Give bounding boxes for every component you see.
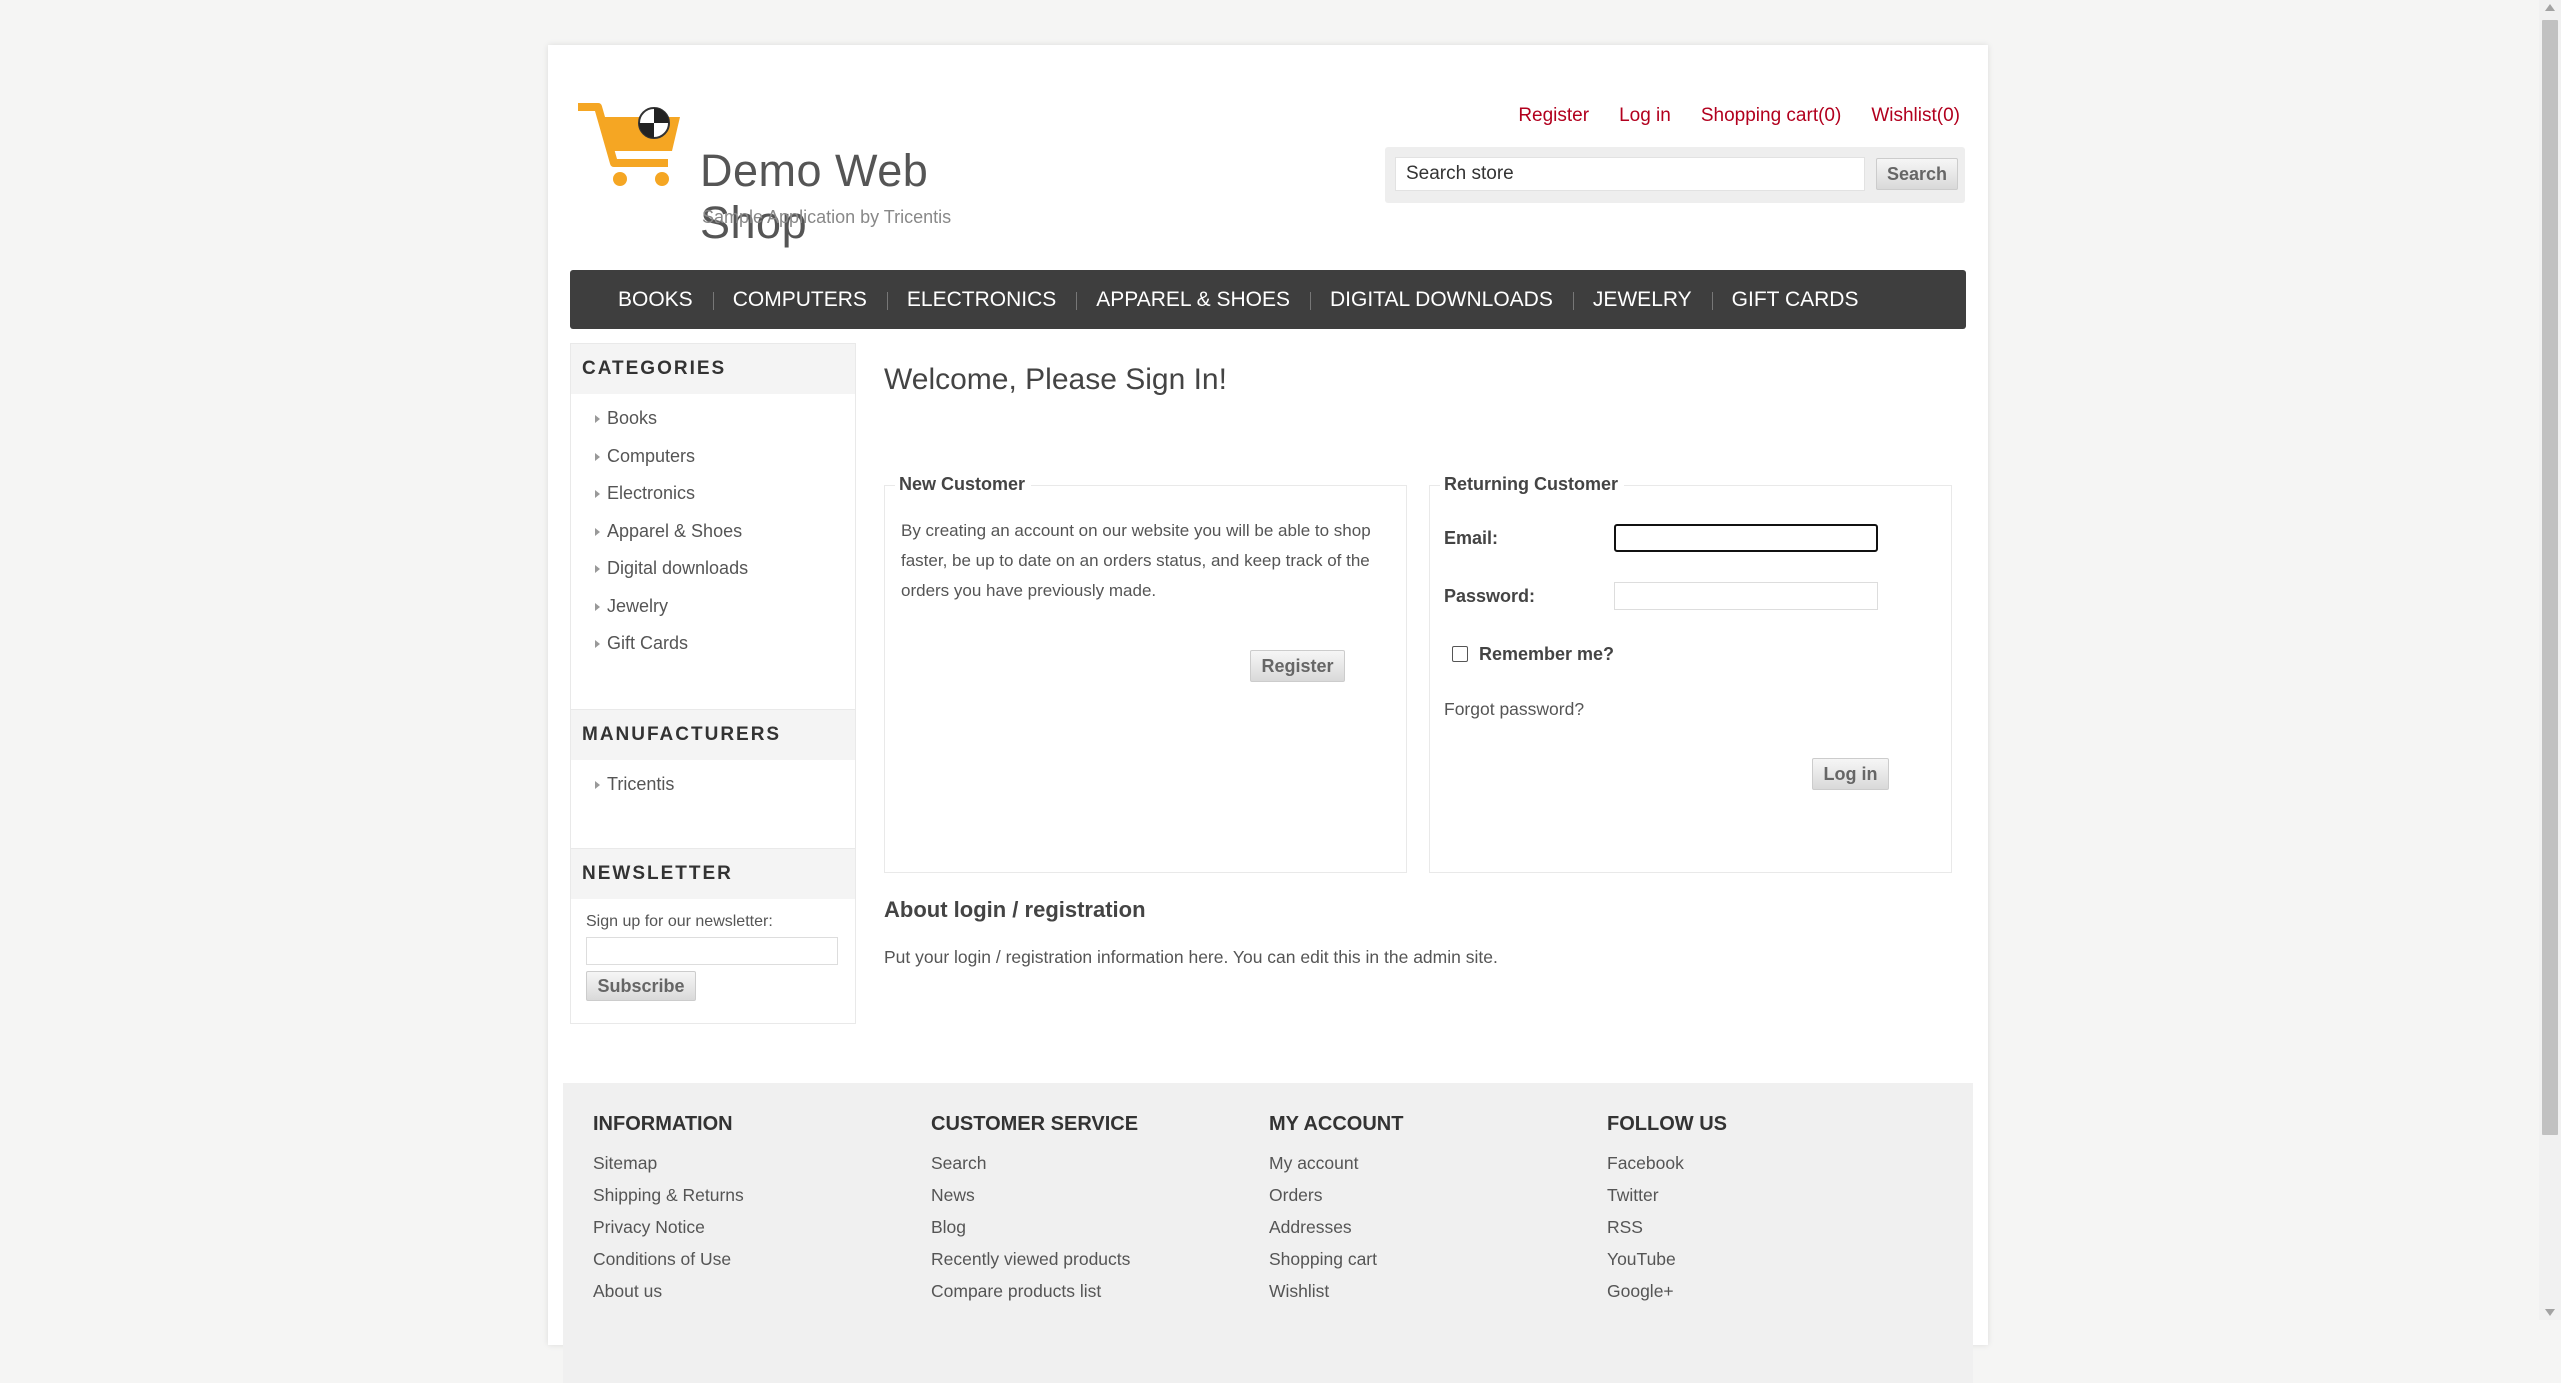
footer-link[interactable]: Addresses <box>1269 1211 1403 1243</box>
email-input[interactable] <box>1614 524 1878 552</box>
page-title: Welcome, Please Sign In! <box>884 363 1227 396</box>
menu-item-digital-downloads[interactable]: DIGITAL DOWNLOADS <box>1310 288 1574 312</box>
category-item[interactable]: Electronics <box>595 475 855 513</box>
category-item[interactable]: Books <box>595 400 855 438</box>
category-item[interactable]: Gift Cards <box>595 625 855 663</box>
about-title: About login / registration <box>884 897 1146 922</box>
logo-title: Demo Web Shop <box>700 145 929 248</box>
menu-item-computers[interactable]: COMPUTERS <box>713 288 889 312</box>
menu-item-books[interactable]: BOOKS <box>596 288 714 312</box>
search-box: Search <box>1385 147 1965 203</box>
subscribe-button[interactable]: Subscribe <box>586 971 696 1001</box>
footer-link[interactable]: Recently viewed products <box>931 1243 1138 1275</box>
footer: INFORMATION Sitemap Shipping & Returns P… <box>563 1083 1973 1383</box>
logo[interactable]: Demo Web Shop Sample Application by Tric… <box>576 95 1046 248</box>
vertical-scrollbar[interactable] <box>2539 0 2561 1320</box>
register-link[interactable]: Register <box>1518 105 1589 127</box>
newsletter-label: Sign up for our newsletter: <box>586 913 773 930</box>
returning-customer-section: Returning Customer Email: Password: Reme… <box>1429 474 1952 873</box>
footer-link[interactable]: Blog <box>931 1211 1138 1243</box>
footer-column-title: FOLLOW US <box>1607 1113 1727 1135</box>
category-item[interactable]: Computers <box>595 438 855 476</box>
search-button[interactable]: Search <box>1876 158 1958 190</box>
remember-checkbox[interactable] <box>1452 646 1468 662</box>
footer-column-my-account: MY ACCOUNT My account Orders Addresses S… <box>1269 1113 1403 1307</box>
register-button[interactable]: Register <box>1250 650 1345 682</box>
footer-link[interactable]: Orders <box>1269 1179 1403 1211</box>
footer-column-customer-service: CUSTOMER SERVICE Search News Blog Recent… <box>931 1113 1138 1307</box>
footer-column-title: INFORMATION <box>593 1113 733 1135</box>
category-item[interactable]: Digital downloads <box>595 550 855 588</box>
scroll-thumb[interactable] <box>2542 20 2558 1135</box>
manufacturer-item[interactable]: Tricentis <box>595 766 855 804</box>
menu-item-electronics[interactable]: ELECTRONICS <box>887 288 1078 312</box>
newsletter-title: NEWSLETTER <box>571 849 855 899</box>
footer-link[interactable]: Wishlist <box>1269 1275 1403 1307</box>
footer-link[interactable]: Twitter <box>1607 1179 1727 1211</box>
top-menu: BOOKS COMPUTERS ELECTRONICS APPAREL & SH… <box>570 270 1966 329</box>
footer-column-title: CUSTOMER SERVICE <box>931 1113 1139 1135</box>
wishlist-link[interactable]: Wishlist(0) <box>1871 105 1960 127</box>
menu-item-gift-cards[interactable]: GIFT CARDS <box>1712 288 1879 312</box>
email-label: Email: <box>1444 528 1499 548</box>
categories-title: CATEGORIES <box>571 344 855 394</box>
password-input[interactable] <box>1614 582 1878 610</box>
footer-link[interactable]: About us <box>593 1275 744 1307</box>
footer-link[interactable]: News <box>931 1179 1138 1211</box>
footer-column-title: MY ACCOUNT <box>1269 1113 1404 1135</box>
footer-link[interactable]: Sitemap <box>593 1147 744 1179</box>
footer-link[interactable]: Google+ <box>1607 1275 1727 1307</box>
login-link[interactable]: Log in <box>1619 105 1671 127</box>
newsletter-block: NEWSLETTER Sign up for our newsletter: S… <box>570 848 856 1024</box>
remember-me-label[interactable]: Remember me? <box>1479 644 1614 665</box>
new-customer-legend: New Customer <box>895 474 1032 495</box>
footer-link[interactable]: Facebook <box>1607 1147 1727 1179</box>
footer-column-follow-us: FOLLOW US Facebook Twitter RSS YouTube G… <box>1607 1113 1727 1307</box>
footer-column-information: INFORMATION Sitemap Shipping & Returns P… <box>593 1113 744 1307</box>
new-customer-text: By creating an account on our website yo… <box>901 521 1371 600</box>
categories-list: Books Computers Electronics Apparel & Sh… <box>571 394 855 671</box>
scroll-up-arrow-icon[interactable] <box>2545 4 2555 11</box>
footer-link[interactable]: Privacy Notice <box>593 1211 744 1243</box>
menu-item-apparel-shoes[interactable]: APPAREL & SHOES <box>1076 288 1311 312</box>
password-label: Password: <box>1444 586 1536 606</box>
newsletter-email-input[interactable] <box>586 937 838 965</box>
footer-link[interactable]: Shipping & Returns <box>593 1179 744 1211</box>
scroll-down-arrow-icon[interactable] <box>2545 1309 2555 1316</box>
footer-link[interactable]: My account <box>1269 1147 1403 1179</box>
footer-link[interactable]: Conditions of Use <box>593 1243 744 1275</box>
footer-link[interactable]: RSS <box>1607 1211 1727 1243</box>
categories-block: CATEGORIES Books Computers Electronics A… <box>570 343 856 731</box>
forgot-password-link[interactable]: Forgot password? <box>1444 699 1584 720</box>
page-container: Demo Web Shop Sample Application by Tric… <box>548 45 1988 1383</box>
cart-logo-icon <box>578 103 680 186</box>
menu-item-jewelry[interactable]: JEWELRY <box>1573 288 1713 312</box>
search-input[interactable] <box>1395 157 1865 191</box>
manufacturers-list: Tricentis <box>571 760 855 812</box>
login-button[interactable]: Log in <box>1812 758 1889 790</box>
returning-customer-legend: Returning Customer <box>1440 474 1625 495</box>
logo-subtitle: Sample Application by Tricentis <box>702 207 952 227</box>
category-item[interactable]: Apparel & Shoes <box>595 513 855 551</box>
manufacturers-title: MANUFACTURERS <box>571 710 855 760</box>
footer-link[interactable]: Search <box>931 1147 1138 1179</box>
footer-link[interactable]: Compare products list <box>931 1275 1138 1307</box>
footer-link[interactable]: Shopping cart <box>1269 1243 1403 1275</box>
new-customer-section: New Customer By creating an account on o… <box>884 474 1407 873</box>
header-links: Register Log in Shopping cart(0) Wishlis… <box>1518 105 1960 127</box>
shopping-cart-link[interactable]: Shopping cart(0) <box>1701 105 1841 127</box>
category-item[interactable]: Jewelry <box>595 588 855 626</box>
footer-link[interactable]: YouTube <box>1607 1243 1727 1275</box>
about-text: Put your login / registration informatio… <box>884 947 1498 967</box>
